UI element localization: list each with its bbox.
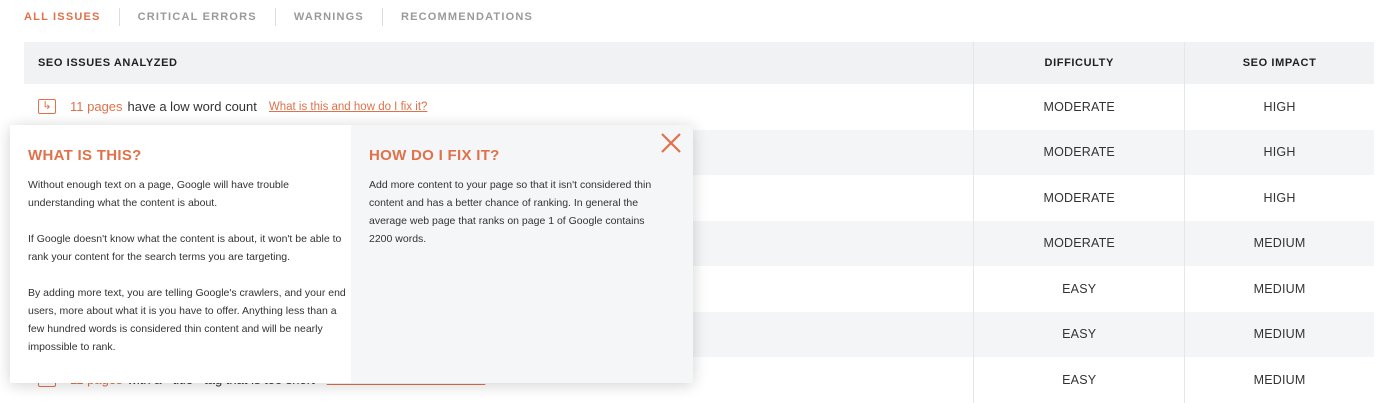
how-to-fix-panel: HOW DO I FIX IT? Add more content to you… bbox=[351, 125, 693, 383]
impact-value: MEDIUM bbox=[1253, 281, 1306, 296]
issue-help-popover: WHAT IS THIS? Without enough text on a p… bbox=[10, 125, 693, 383]
difficulty-value: EASY bbox=[974, 266, 1186, 312]
header-impact: SEO IMPACT bbox=[1242, 57, 1317, 69]
what-is-this-title: WHAT IS THIS? bbox=[28, 147, 142, 164]
header-issues: SEO ISSUES ANALYZED bbox=[24, 42, 975, 84]
difficulty-value: MODERATE bbox=[974, 84, 1186, 130]
tab-recommendations[interactable]: RECOMMENDATIONS bbox=[381, 8, 551, 26]
tab-all-issues[interactable]: ALL ISSUES bbox=[24, 8, 119, 26]
tab-warnings[interactable]: WARNINGS bbox=[274, 8, 382, 26]
impact-value: MEDIUM bbox=[1253, 327, 1306, 342]
issue-cell: ↳ 11 pages have a low word count What is… bbox=[24, 84, 975, 130]
impact-value: HIGH bbox=[1263, 145, 1296, 160]
table-row: ↳ 11 pages have a low word count What is… bbox=[24, 84, 1374, 130]
issue-count: 11 pages bbox=[70, 99, 123, 115]
impact-value: MEDIUM bbox=[1253, 372, 1306, 387]
issue-tabs: ALL ISSUES CRITICAL ERRORS WARNINGS RECO… bbox=[24, 8, 551, 26]
what-is-this-panel: WHAT IS THIS? Without enough text on a p… bbox=[10, 125, 351, 383]
header-difficulty: DIFFICULTY bbox=[974, 42, 1186, 84]
difficulty-value: MODERATE bbox=[974, 129, 1186, 175]
difficulty-value: MODERATE bbox=[974, 175, 1186, 221]
issue-help-link[interactable]: What is this and how do I fix it? bbox=[269, 101, 428, 113]
how-to-fix-title: HOW DO I FIX IT? bbox=[369, 147, 500, 164]
impact-value: HIGH bbox=[1263, 99, 1296, 114]
difficulty-value: EASY bbox=[974, 311, 1186, 357]
how-to-fix-body: Add more content to your page so that it… bbox=[369, 179, 652, 245]
what-is-this-body: Without enough text on a page, Google wi… bbox=[28, 179, 346, 353]
arrow-return-icon[interactable]: ↳ bbox=[38, 99, 56, 115]
difficulty-value: EASY bbox=[974, 357, 1186, 403]
impact-value: HIGH bbox=[1263, 190, 1296, 205]
table-header: SEO ISSUES ANALYZED DIFFICULTY SEO IMPAC… bbox=[24, 42, 1374, 84]
impact-value: MEDIUM bbox=[1253, 236, 1306, 251]
tab-critical-errors[interactable]: CRITICAL ERRORS bbox=[118, 8, 275, 26]
issue-text: have a low word count bbox=[127, 99, 257, 115]
difficulty-value: MODERATE bbox=[974, 220, 1186, 266]
close-icon[interactable] bbox=[659, 131, 683, 155]
